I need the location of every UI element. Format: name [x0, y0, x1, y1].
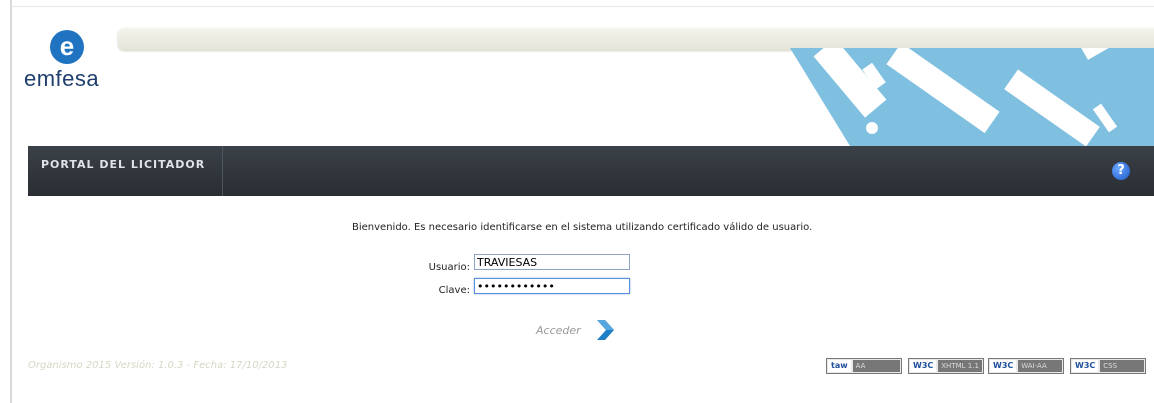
emfesa-logo: e emfesa — [22, 24, 132, 114]
chevron-right-icon — [596, 320, 614, 340]
badge-right: CSS — [1100, 360, 1144, 372]
version-info: Organismo 2015 Versión: 1.0.3 - Fecha: 1… — [28, 360, 288, 371]
navbar-separator — [222, 146, 223, 196]
window-border-left — [10, 0, 12, 403]
banner-strip — [118, 28, 1154, 50]
badge-left: W3C — [910, 360, 937, 372]
portal-title: PORTAL DEL LICITADOR — [41, 158, 206, 171]
clave-label: Clave: — [438, 285, 470, 296]
badge-left: taw — [828, 360, 851, 372]
help-icon[interactable]: ? — [1112, 162, 1130, 180]
w3c-css-badge[interactable]: W3C CSS — [1070, 358, 1146, 374]
banner-graphic — [780, 48, 1154, 146]
w3c-wai-badge[interactable]: W3C WAI-AA — [988, 358, 1064, 374]
acceder-label: Acceder — [536, 323, 581, 337]
badge-right: AA — [852, 360, 900, 372]
badge-right: XHTML 1.1 — [938, 360, 982, 372]
clave-input[interactable] — [474, 278, 630, 294]
usuario-input[interactable] — [474, 254, 630, 270]
logo-name: emfesa — [24, 66, 100, 91]
badge-left: W3C — [1072, 360, 1099, 372]
welcome-message: Bienvenido. Es necesario identificarse e… — [352, 222, 813, 233]
logo-e-icon: e — [50, 30, 84, 64]
taw-badge[interactable]: taw AA — [826, 358, 902, 374]
acceder-button[interactable]: Acceder — [536, 318, 615, 342]
usuario-label: Usuario: — [428, 262, 470, 273]
badge-right: WAI-AA — [1018, 360, 1062, 372]
main-navbar: PORTAL DEL LICITADOR ? — [28, 146, 1154, 196]
window-border-top — [10, 6, 1154, 7]
w3c-xhtml-badge[interactable]: W3C XHTML 1.1 — [908, 358, 984, 374]
badge-left: W3C — [990, 360, 1017, 372]
